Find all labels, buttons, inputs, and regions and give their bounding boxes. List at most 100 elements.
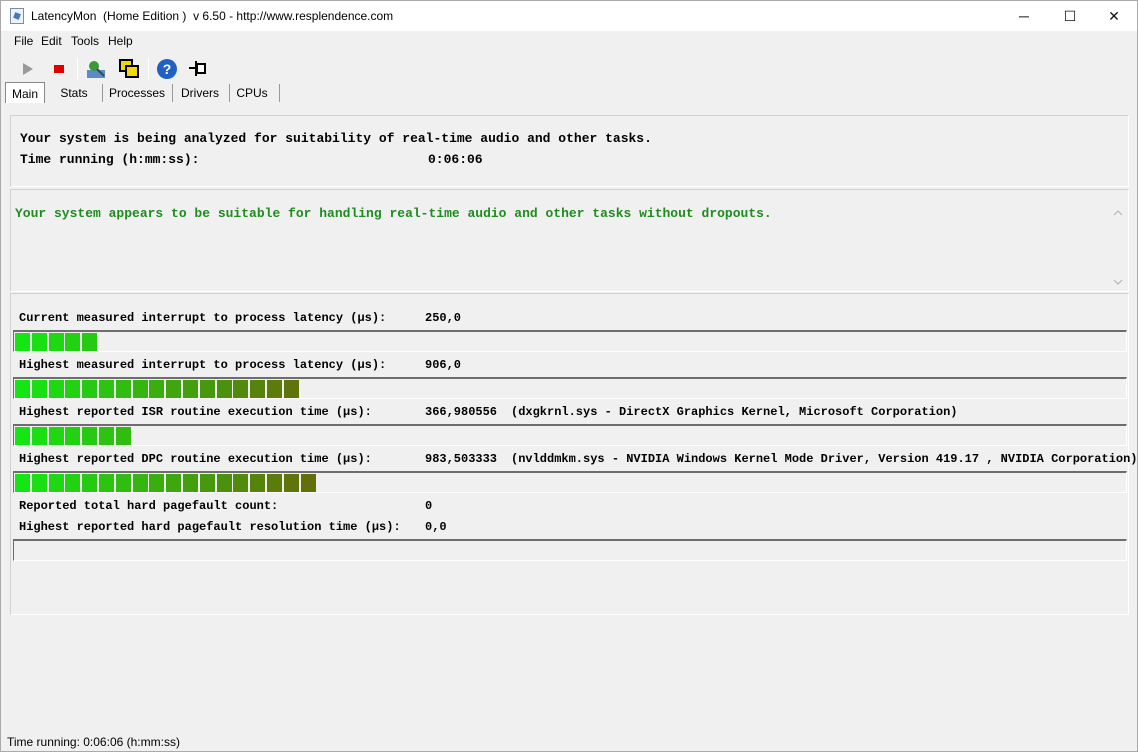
svg-text:?: ? bbox=[163, 61, 172, 77]
menu-bar: File Edit Tools Help bbox=[1, 33, 1137, 51]
meter-segment bbox=[65, 333, 81, 351]
pagefault-count-label: Reported total hard pagefault count: bbox=[19, 499, 279, 513]
meter-segment bbox=[132, 380, 148, 398]
meter-segment bbox=[267, 474, 282, 492]
meter-segment bbox=[115, 380, 131, 398]
meter-segment bbox=[149, 380, 165, 398]
isr-meter bbox=[13, 424, 1127, 446]
title-bar: LatencyMon (Home Edition ) v 6.50 - http… bbox=[1, 1, 1137, 31]
meter-segment bbox=[31, 380, 47, 398]
metric-value: 250,0 bbox=[425, 311, 462, 325]
windows-icon[interactable] bbox=[117, 57, 141, 81]
verdict-scrollbar[interactable] bbox=[1110, 205, 1126, 290]
stop-icon[interactable] bbox=[47, 57, 71, 81]
tab-main[interactable]: Main bbox=[5, 82, 45, 103]
meter-segment bbox=[48, 380, 64, 398]
metric-value: 906,0 bbox=[425, 358, 462, 372]
meter-segment bbox=[99, 380, 114, 398]
meter-segment bbox=[31, 333, 47, 351]
meter-segment bbox=[233, 380, 249, 398]
pin-icon[interactable] bbox=[187, 57, 211, 81]
meter-segment bbox=[65, 474, 81, 492]
meter-segment bbox=[31, 427, 47, 445]
meter-segment bbox=[283, 474, 299, 492]
meter-segment bbox=[216, 380, 232, 398]
pagefault-time-label: Highest reported hard pagefault resoluti… bbox=[19, 520, 401, 534]
status-bar: Time running: 0:06:06 (h:mm:ss) bbox=[1, 731, 1137, 751]
meter-segment bbox=[82, 474, 98, 492]
meter-segment bbox=[82, 427, 98, 445]
latency-meter bbox=[13, 330, 1127, 352]
meter-segment bbox=[15, 380, 30, 398]
verdict-panel: Your system appears to be suitable for h… bbox=[10, 189, 1129, 292]
app-icon bbox=[10, 8, 24, 24]
menu-tools[interactable]: Tools bbox=[71, 34, 99, 48]
analysis-message: Your system is being analyzed for suitab… bbox=[20, 131, 652, 146]
tab-drivers[interactable]: Drivers bbox=[175, 82, 225, 103]
metric-value: 983,503333 bbox=[425, 452, 498, 466]
meter-segment bbox=[31, 474, 47, 492]
meter-segment bbox=[166, 380, 182, 398]
minimize-button[interactable]: ─ bbox=[1001, 1, 1047, 31]
pagefault-time-value: 0,0 bbox=[425, 520, 447, 534]
meter-segment bbox=[65, 380, 81, 398]
meter-segment bbox=[15, 427, 30, 445]
meter-segment bbox=[115, 474, 131, 492]
meter-segment bbox=[149, 474, 165, 492]
metric-detail: (dxgkrnl.sys - DirectX Graphics Kernel, … bbox=[511, 405, 958, 419]
pagefault-meter bbox=[13, 539, 1127, 561]
window-title: LatencyMon (Home Edition ) v 6.50 - http… bbox=[31, 9, 394, 23]
meter-segment bbox=[166, 474, 182, 492]
meter-segment bbox=[48, 427, 64, 445]
meter-segment bbox=[199, 380, 215, 398]
dpc-meter bbox=[13, 471, 1127, 493]
tab-cpus[interactable]: CPUs bbox=[231, 82, 273, 103]
metric-detail: (nvlddmkm.sys - NVIDIA Windows Kernel Mo… bbox=[511, 452, 1138, 466]
meter-segment bbox=[250, 474, 266, 492]
pagefault-count-value: 0 bbox=[425, 499, 433, 513]
meter-segment bbox=[300, 474, 316, 492]
latency-meter bbox=[13, 377, 1127, 399]
metric-label: Highest measured interrupt to process la… bbox=[19, 358, 387, 372]
meter-segment bbox=[115, 427, 131, 445]
tab-stats[interactable]: Stats bbox=[52, 82, 96, 103]
tab-bar: Main Stats Processes Drivers CPUs bbox=[1, 82, 1137, 104]
meter-segment bbox=[65, 427, 81, 445]
menu-edit[interactable]: Edit bbox=[41, 34, 62, 48]
meter-segment bbox=[132, 474, 148, 492]
meter-segment bbox=[48, 474, 64, 492]
meter-segment bbox=[15, 474, 30, 492]
meter-segment bbox=[199, 474, 215, 492]
verdict-text: Your system appears to be suitable for h… bbox=[15, 206, 772, 221]
meter-segment bbox=[48, 333, 64, 351]
meter-segment bbox=[99, 474, 114, 492]
menu-help[interactable]: Help bbox=[108, 34, 133, 48]
meter-segment bbox=[233, 474, 249, 492]
analyze-icon[interactable] bbox=[84, 57, 108, 81]
meter-segment bbox=[283, 380, 299, 398]
metric-label: Current measured interrupt to process la… bbox=[19, 311, 387, 325]
close-button[interactable]: ✕ bbox=[1091, 1, 1137, 31]
meter-segment bbox=[99, 427, 114, 445]
metric-value: 366,980556 bbox=[425, 405, 498, 419]
meter-segment bbox=[82, 333, 98, 351]
metric-label: Highest reported DPC routine execution t… bbox=[19, 452, 372, 466]
meter-segment bbox=[82, 380, 98, 398]
meter-segment bbox=[183, 474, 198, 492]
meter-segment bbox=[267, 380, 282, 398]
maximize-button[interactable]: ☐ bbox=[1047, 1, 1093, 31]
meter-segment bbox=[250, 380, 266, 398]
help-icon[interactable]: ? bbox=[155, 57, 179, 81]
analysis-panel: Your system is being analyzed for suitab… bbox=[10, 115, 1129, 187]
tab-processes[interactable]: Processes bbox=[105, 82, 169, 103]
time-running-label: Time running (h:mm:ss): bbox=[20, 152, 200, 167]
play-icon[interactable] bbox=[15, 57, 39, 81]
meter-segment bbox=[15, 333, 30, 351]
status-text: Time running: 0:06:06 (h:mm:ss) bbox=[7, 735, 180, 749]
menu-file[interactable]: File bbox=[14, 34, 33, 48]
metric-label: Highest reported ISR routine execution t… bbox=[19, 405, 372, 419]
time-running-value: 0:06:06 bbox=[428, 152, 483, 167]
meter-segment bbox=[216, 474, 232, 492]
meter-segment bbox=[183, 380, 198, 398]
toolbar: ? bbox=[1, 55, 1137, 83]
